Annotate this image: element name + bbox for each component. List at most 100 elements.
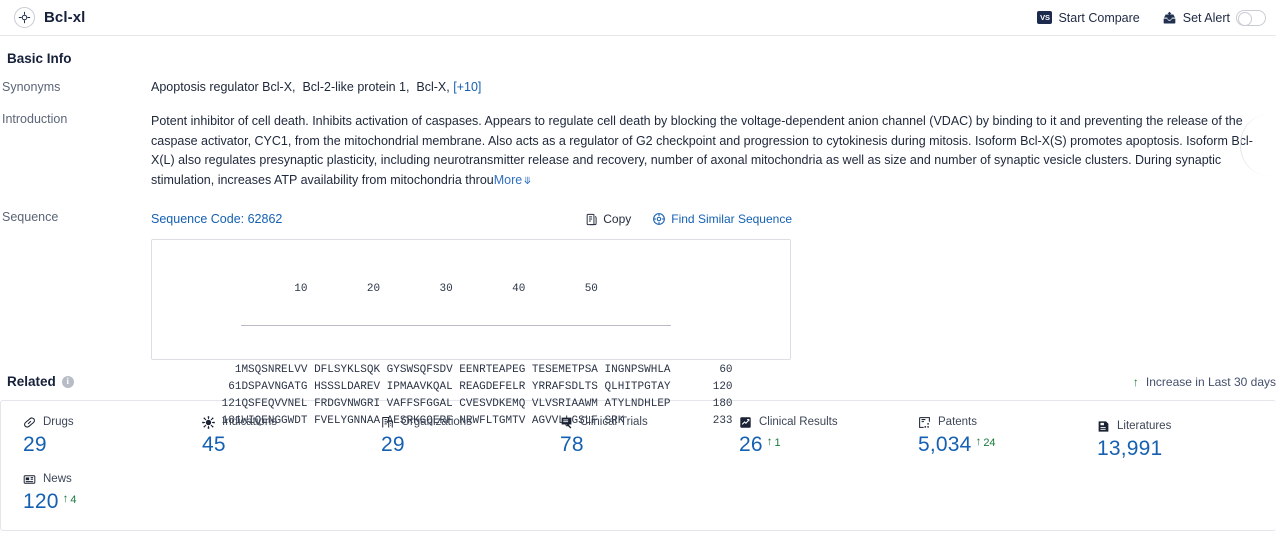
stat-value-wrap: 78 ↑ xyxy=(560,431,717,459)
introduction-row: Introduction Potent inhibitor of cell de… xyxy=(0,94,1276,191)
stat-label: Drugs xyxy=(43,416,74,428)
sequence-viewer[interactable]: 10 20 30 40 50 1 MSQSNRELVV DFLSYKLSQK G… xyxy=(151,239,791,360)
pill-icon xyxy=(23,416,36,429)
sequence-residues: QSFEQVVNEL FRDGVNWGRI VAFFSFGGAL CVESVDK… xyxy=(241,396,670,413)
stat-delta: ↑ 1 xyxy=(767,431,781,449)
related-legend: ↑ Increase in Last 30 days xyxy=(1133,375,1276,389)
basic-info-title: Basic Info xyxy=(0,36,1276,66)
related-stats-card: Drugs 29 ↑ xyxy=(0,400,1276,531)
stat-label: Patents xyxy=(938,416,977,428)
stat-value-wrap: 29 ↑ xyxy=(23,431,180,459)
sequence-residues: MSQSNRELVV DFLSYKLSQK GYSWSQFSDV EENRTEA… xyxy=(241,362,670,379)
sequence-line: 61 DSPAVNGATG HSSSLDAREV IPMAAVKQAL REAG… xyxy=(209,379,732,396)
introduction-more-label: More xyxy=(494,173,522,187)
sequence-actions: Copy Find Similar Sequence xyxy=(585,212,1276,226)
arrow-up-icon: ↑ xyxy=(1133,376,1139,388)
stat-label: Clinical Results xyxy=(759,416,838,428)
chevron-double-down-icon: ⤋ xyxy=(523,176,531,187)
stat-delta: ↑ 4 xyxy=(63,488,77,506)
sequence-label: Sequence xyxy=(0,210,151,360)
find-similar-sequence-button[interactable]: Find Similar Sequence xyxy=(652,212,792,226)
stat-header: Indications xyxy=(202,414,359,430)
synonyms-label: Synonyms xyxy=(0,80,151,94)
introduction-more-button[interactable]: More⤋ xyxy=(494,173,532,187)
stat-header: News xyxy=(23,471,180,487)
related-stat-grid: Drugs 29 ↑ xyxy=(1,414,1276,520)
ruler-left-spacer xyxy=(209,254,241,362)
sequence-table: 10 20 30 40 50 1 MSQSNRELVV DFLSYKLSQK G… xyxy=(209,254,732,430)
stat-label: News xyxy=(43,473,72,485)
introduction-text: Potent inhibitor of cell death. Inhibits… xyxy=(151,114,1253,187)
stat-card-clinical-results[interactable]: Clinical Results 26 ↑ 1 xyxy=(717,414,896,467)
stat-header: Organizations xyxy=(381,414,538,430)
synonyms-more-link[interactable]: [+10] xyxy=(453,80,481,94)
sequence-start-index: 61 xyxy=(209,379,241,396)
arrow-up-icon: ↑ xyxy=(63,494,69,506)
copy-icon xyxy=(585,213,598,226)
synonym-item-1: Apoptosis regulator Bcl-X xyxy=(151,80,292,94)
vs-badge-icon: VS xyxy=(1037,11,1052,24)
sequence-line: 121 QSFEQVVNEL FRDGVNWGRI VAFFSFGGAL CVE… xyxy=(209,396,732,413)
stat-header: Drugs xyxy=(23,414,180,430)
sequence-end-index: 60 xyxy=(671,362,733,379)
stat-delta-value: 24 xyxy=(983,437,995,449)
sequence-ruler-numbers: 10 20 30 40 50 xyxy=(241,282,670,296)
stat-card-news[interactable]: News 120 ↑ 4 xyxy=(1,467,180,520)
stat-card-literatures[interactable]: Literatures 13,991 ↑ xyxy=(1075,414,1254,467)
sequence-row: Sequence Sequence Code: 62862 Copy xyxy=(0,191,1276,360)
stat-value-wrap: 5,034 ↑ 24 xyxy=(918,431,1075,459)
set-alert-control[interactable]: Set Alert xyxy=(1162,10,1266,26)
stat-label: Literatures xyxy=(1117,420,1171,432)
info-icon[interactable]: i xyxy=(62,376,74,388)
related-legend-label: Increase in Last 30 days xyxy=(1146,375,1276,389)
sequence-end-index: 180 xyxy=(671,396,733,413)
stat-card-indications[interactable]: Indications 45 ↑ xyxy=(180,414,359,467)
stat-value: 29 xyxy=(381,431,405,459)
stat-delta: ↑ 24 xyxy=(976,431,996,449)
stat-value: 29 xyxy=(23,431,47,459)
stat-card-patents[interactable]: Patents 5,034 ↑ 24 xyxy=(896,414,1075,467)
copy-sequence-button[interactable]: Copy xyxy=(585,212,631,226)
stat-delta-value: 4 xyxy=(70,494,76,506)
stat-card-organizations[interactable]: Organizations 29 ↑ xyxy=(359,414,538,467)
stat-card-drugs[interactable]: Drugs 29 ↑ xyxy=(1,414,180,467)
arrow-up-icon: ↑ xyxy=(976,437,982,449)
target-crosshair-icon xyxy=(14,7,35,28)
stat-label: Organizations xyxy=(401,416,472,428)
stat-header: Clinical Trials xyxy=(560,414,717,430)
news-icon xyxy=(23,473,36,486)
synonym-item-2: Bcl-2-like protein 1 xyxy=(302,80,406,94)
copy-label: Copy xyxy=(603,212,631,226)
stat-value-wrap: 120 ↑ 4 xyxy=(23,488,180,516)
sequence-line: 1 MSQSNRELVV DFLSYKLSQK GYSWSQFSDV EENRT… xyxy=(209,362,732,379)
main-content: Basic Info Synonyms Apoptosis regulator … xyxy=(0,36,1276,531)
clinical-trial-icon xyxy=(560,416,573,429)
set-alert-label: Set Alert xyxy=(1183,11,1230,25)
stat-value: 5,034 xyxy=(918,431,972,459)
stat-label: Indications xyxy=(222,416,277,428)
top-bar: Bcl-xl VS Start Compare Set Alert xyxy=(0,0,1276,36)
synonyms-row: Synonyms Apoptosis regulator Bcl-X, Bcl-… xyxy=(0,66,1276,94)
sequence-start-index: 1 xyxy=(209,362,241,379)
sequence-start-index: 121 xyxy=(209,396,241,413)
start-compare-button[interactable]: VS Start Compare xyxy=(1037,11,1139,25)
stat-card-clinical-trials[interactable]: Clinical Trials 78 ↑ xyxy=(538,414,717,467)
stat-label: Clinical Trials xyxy=(580,416,648,428)
set-alert-toggle[interactable] xyxy=(1236,10,1266,26)
alert-inbox-arrow-icon xyxy=(1162,11,1177,25)
stat-value: 120 xyxy=(23,488,59,516)
introduction-label: Introduction xyxy=(0,112,151,191)
stat-value: 26 xyxy=(739,431,763,459)
synonym-item-3: Bcl-X xyxy=(416,80,446,94)
sequence-code-link[interactable]: Sequence Code: 62862 xyxy=(151,212,282,226)
patent-icon xyxy=(918,416,931,429)
sequence-ruler-line xyxy=(241,325,670,326)
sequence-ruler-row: 10 20 30 40 50 xyxy=(209,254,732,362)
stat-value: 13,991 xyxy=(1097,435,1162,463)
stat-header: Patents xyxy=(918,414,1075,430)
stat-value: 78 xyxy=(560,431,584,459)
introduction-text-wrap: Potent inhibitor of cell death. Inhibits… xyxy=(151,112,1276,191)
stat-value-wrap: 29 ↑ xyxy=(381,431,538,459)
stat-value: 45 xyxy=(202,431,226,459)
building-icon xyxy=(381,416,394,429)
